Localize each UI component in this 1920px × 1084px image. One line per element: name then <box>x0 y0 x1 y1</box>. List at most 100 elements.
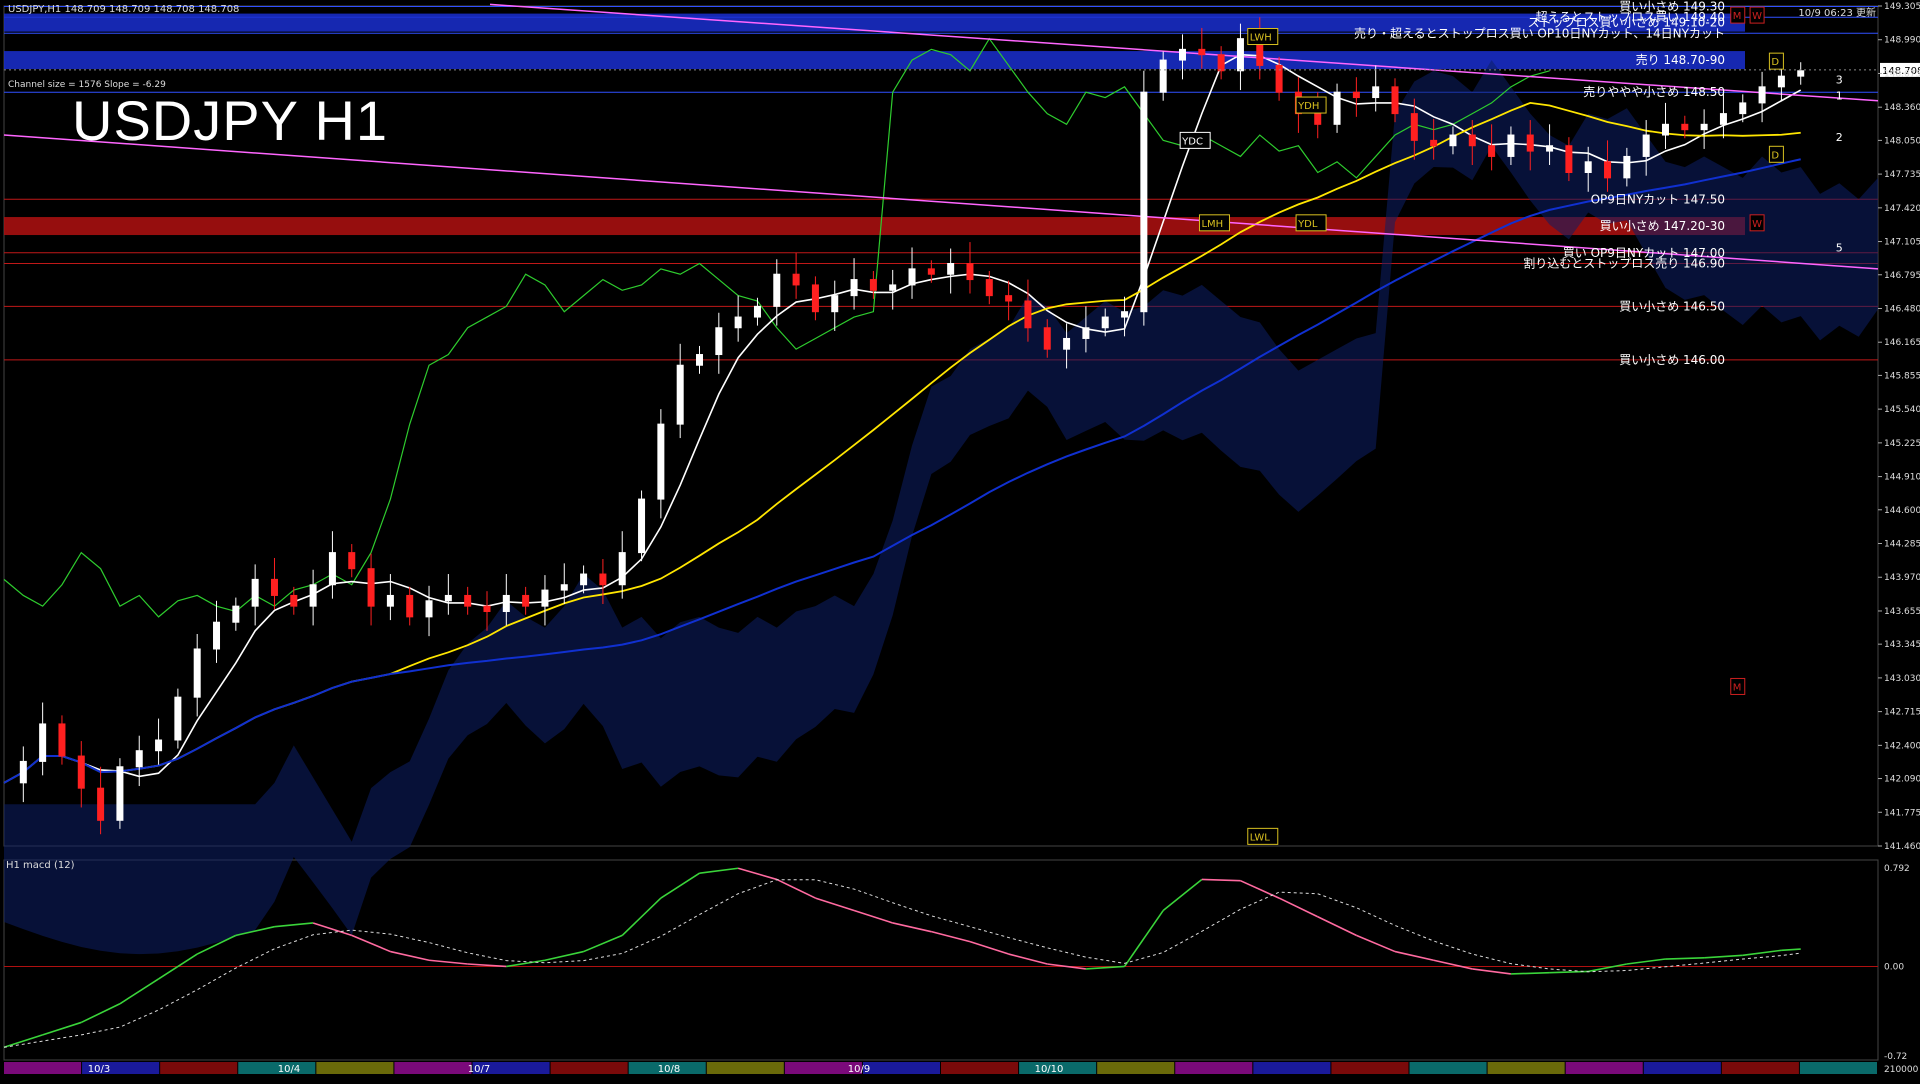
candle-body <box>1719 113 1727 125</box>
fib-label: 5 <box>1836 241 1843 254</box>
y-tick-label: 143.030 <box>1884 674 1920 684</box>
candle-body <box>348 552 356 570</box>
candle-body <box>1101 316 1109 329</box>
candle-body <box>1507 134 1515 157</box>
y-tick-label: 148.675 <box>1884 69 1920 79</box>
macd-label: H1 macd (12) <box>6 860 75 871</box>
candle-body <box>483 605 491 613</box>
candle-body <box>1546 145 1554 152</box>
candle-body <box>1642 134 1650 157</box>
level-label: 売りややや小さめ 148.50 <box>1583 84 1725 99</box>
date-strip-cell <box>1721 1062 1799 1074</box>
candle-body <box>135 750 143 768</box>
marker-w: W <box>1752 11 1762 22</box>
candle-body <box>522 594 530 607</box>
candle-body <box>1700 123 1708 131</box>
candle-body <box>1623 155 1631 179</box>
candle-body <box>19 760 27 784</box>
y-tick-label: 143.970 <box>1884 573 1920 583</box>
macd-tick-label: -0.72 <box>1884 1052 1907 1062</box>
candle-body <box>1063 337 1071 350</box>
date-strip-cell <box>550 1062 628 1074</box>
candle-body <box>406 594 414 618</box>
level-label: 買い小さめ 146.00 <box>1619 353 1725 367</box>
macd-tick-label: 0.00 <box>1884 962 1904 972</box>
candle-body <box>1604 161 1612 179</box>
candle-body <box>367 568 375 607</box>
candle-body <box>1584 161 1592 174</box>
date-strip-cell <box>394 1062 472 1074</box>
candle-body <box>97 787 105 821</box>
y-tick-label: 148.050 <box>1884 136 1920 146</box>
date-strip-cell <box>862 1062 940 1074</box>
date-strip-cell <box>1097 1062 1175 1074</box>
date-strip-cell <box>941 1062 1019 1074</box>
candle-body <box>1739 102 1747 115</box>
candle-body <box>696 354 704 366</box>
y-tick-label: 141.460 <box>1884 842 1920 852</box>
date-label: 10/9 <box>848 1064 870 1075</box>
candle-body <box>1043 327 1051 350</box>
level-label: 売り 148.70-90 <box>1636 52 1725 67</box>
candle-body <box>869 279 877 291</box>
candle-body <box>232 605 240 623</box>
date-strip-cell <box>160 1062 238 1074</box>
date-strip-cell <box>1331 1062 1409 1074</box>
level-label: OP9日NYカット 147.50 <box>1591 192 1725 206</box>
candle-body <box>1372 86 1380 99</box>
candle-body <box>58 723 66 757</box>
candle-body <box>753 305 761 318</box>
date-strip-cell <box>706 1062 784 1074</box>
candle-body <box>792 273 800 286</box>
candle-body <box>638 498 646 554</box>
candle-body <box>270 578 278 596</box>
date-strip-cell <box>4 1062 82 1074</box>
candle-body <box>1236 38 1244 72</box>
candle-body <box>908 268 916 286</box>
chart-stage: LWH YDH YDC LMH YDL LWL D D W M W M 3 1 2 5 超えるとストップロス買… <box>0 0 1920 1080</box>
candle-body <box>116 766 124 821</box>
candle-body <box>734 316 742 329</box>
level-label: 割り込むとストップロス売り 146.90 <box>1523 256 1725 271</box>
candle-body <box>1681 123 1689 131</box>
candle-body <box>1661 123 1669 136</box>
y-tick-label: 143.655 <box>1884 607 1920 617</box>
fib-label: 2 <box>1836 131 1843 144</box>
candle-body <box>1449 134 1457 147</box>
candle-body <box>1217 54 1225 72</box>
candle-body <box>966 263 974 281</box>
candle-body <box>1178 48 1186 61</box>
candle-body <box>811 284 819 313</box>
candle-body <box>309 584 317 607</box>
price-zone <box>4 51 1745 70</box>
candle-body <box>1140 91 1148 313</box>
candle-body <box>1082 327 1090 339</box>
candle-body <box>1526 134 1534 152</box>
marker-ydl: YDL <box>1297 219 1318 230</box>
candle-body <box>425 600 433 618</box>
candle-body <box>1777 75 1785 88</box>
date-label: 10/3 <box>88 1064 110 1075</box>
y-tick-label: 149.305 <box>1884 2 1920 12</box>
candle-body <box>831 295 839 313</box>
candle-body <box>251 578 259 607</box>
candle-body <box>1352 91 1360 99</box>
y-tick-label: 144.600 <box>1884 506 1920 516</box>
date-strip-cell <box>1409 1062 1487 1074</box>
y-tick-label: 141.775 <box>1884 808 1920 818</box>
candle-body <box>1159 59 1167 93</box>
candle-body <box>850 279 858 297</box>
marker-m: M <box>1733 682 1742 693</box>
marker-lwh: LWH <box>1250 33 1272 44</box>
date-strip-cell <box>1175 1062 1253 1074</box>
y-tick-label: 144.910 <box>1884 473 1920 483</box>
marker-d: D <box>1771 57 1779 68</box>
level-label: 買い小さめ 147.20-30 <box>1600 219 1725 233</box>
candle-body <box>541 589 549 607</box>
candle-body <box>213 621 221 650</box>
candle-body <box>502 594 510 613</box>
y-tick-label: 147.735 <box>1884 170 1920 180</box>
candle-body <box>1468 134 1476 147</box>
candle-body <box>174 696 182 741</box>
candle-body <box>889 284 897 291</box>
